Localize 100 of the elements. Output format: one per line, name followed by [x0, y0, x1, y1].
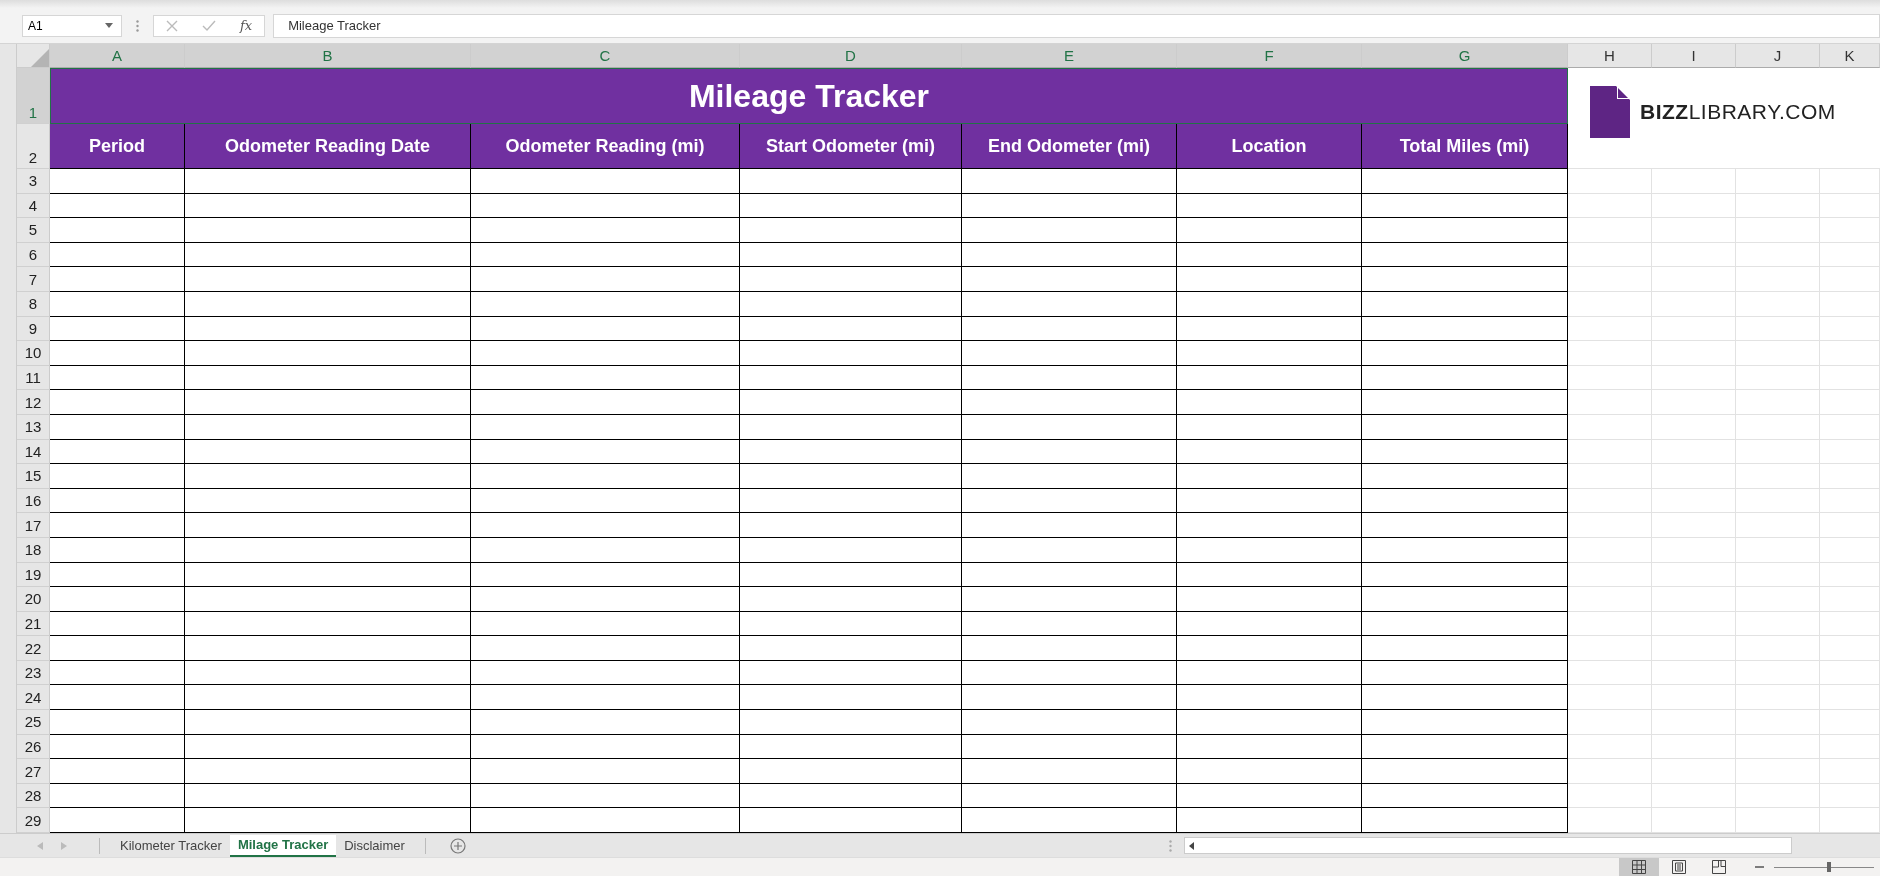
- table-cell[interactable]: [962, 291, 1177, 317]
- row-header[interactable]: 24: [17, 685, 50, 711]
- table-cell[interactable]: [50, 611, 185, 637]
- add-sheet-icon[interactable]: [449, 837, 466, 854]
- table-cell[interactable]: [185, 759, 471, 784]
- table-cell[interactable]: [1177, 193, 1362, 219]
- table-cell[interactable]: [740, 562, 962, 588]
- table-cell[interactable]: [1362, 439, 1568, 465]
- row-header[interactable]: 23: [17, 660, 50, 686]
- table-cell[interactable]: [740, 759, 962, 784]
- column-heading-cell[interactable]: Total Miles (mi): [1362, 124, 1568, 169]
- table-cell[interactable]: [471, 537, 740, 563]
- table-cell[interactable]: [50, 660, 185, 686]
- table-cell[interactable]: [1362, 267, 1568, 292]
- column-header[interactable]: H: [1568, 44, 1652, 68]
- table-cell[interactable]: [185, 488, 471, 514]
- table-cell[interactable]: [50, 218, 185, 243]
- column-header[interactable]: F: [1177, 44, 1362, 68]
- table-cell[interactable]: [740, 783, 962, 809]
- table-cell[interactable]: [1362, 660, 1568, 686]
- table-cell[interactable]: [185, 414, 471, 440]
- table-cell[interactable]: [185, 464, 471, 489]
- column-header[interactable]: K: [1820, 44, 1880, 68]
- table-cell[interactable]: [962, 193, 1177, 219]
- table-cell[interactable]: [1177, 439, 1362, 465]
- row-header[interactable]: 3: [17, 169, 50, 194]
- table-cell[interactable]: [50, 685, 185, 711]
- table-cell[interactable]: [962, 587, 1177, 612]
- table-cell[interactable]: [740, 242, 962, 268]
- table-cell[interactable]: [185, 218, 471, 243]
- table-cell[interactable]: [50, 488, 185, 514]
- table-cell[interactable]: [185, 365, 471, 391]
- table-cell[interactable]: [1177, 218, 1362, 243]
- table-cell[interactable]: [740, 710, 962, 735]
- table-cell[interactable]: [185, 316, 471, 342]
- row-header[interactable]: 15: [17, 464, 50, 489]
- row-header[interactable]: 16: [17, 488, 50, 514]
- row-header[interactable]: 13: [17, 414, 50, 440]
- row-header[interactable]: 27: [17, 759, 50, 784]
- table-cell[interactable]: [471, 218, 740, 243]
- table-cell[interactable]: [50, 390, 185, 415]
- table-cell[interactable]: [185, 660, 471, 686]
- table-cell[interactable]: [1177, 488, 1362, 514]
- table-cell[interactable]: [962, 365, 1177, 391]
- table-cell[interactable]: [740, 488, 962, 514]
- row-header[interactable]: 25: [17, 710, 50, 735]
- table-cell[interactable]: [740, 537, 962, 563]
- table-cell[interactable]: [962, 316, 1177, 342]
- table-cell[interactable]: [471, 587, 740, 612]
- table-cell[interactable]: [185, 611, 471, 637]
- formula-field[interactable]: Mileage Tracker: [273, 13, 1880, 38]
- table-cell[interactable]: [1177, 316, 1362, 342]
- table-cell[interactable]: [1177, 267, 1362, 292]
- table-cell[interactable]: [962, 513, 1177, 538]
- table-cell[interactable]: [740, 685, 962, 711]
- row-header[interactable]: 12: [17, 390, 50, 415]
- table-cell[interactable]: [962, 439, 1177, 465]
- row-header[interactable]: 22: [17, 636, 50, 661]
- row-header[interactable]: 20: [17, 587, 50, 612]
- table-cell[interactable]: [1362, 562, 1568, 588]
- table-cell[interactable]: [1177, 414, 1362, 440]
- table-cell[interactable]: [185, 513, 471, 538]
- table-cell[interactable]: [962, 562, 1177, 588]
- column-header[interactable]: E: [962, 44, 1177, 68]
- table-cell[interactable]: [740, 291, 962, 317]
- table-cell[interactable]: [185, 783, 471, 809]
- row-header[interactable]: 19: [17, 562, 50, 588]
- table-cell[interactable]: [185, 537, 471, 563]
- table-cell[interactable]: [185, 587, 471, 612]
- table-cell[interactable]: [962, 341, 1177, 366]
- table-cell[interactable]: [740, 734, 962, 760]
- table-cell[interactable]: [1362, 169, 1568, 194]
- column-heading-cell[interactable]: Location: [1177, 124, 1362, 169]
- table-cell[interactable]: [1362, 734, 1568, 760]
- table-cell[interactable]: [1177, 562, 1362, 588]
- table-cell[interactable]: [1177, 341, 1362, 366]
- name-box[interactable]: A1: [22, 14, 122, 37]
- table-cell[interactable]: [1177, 464, 1362, 489]
- table-cell[interactable]: [962, 660, 1177, 686]
- table-cell[interactable]: [50, 710, 185, 735]
- table-cell[interactable]: [1177, 636, 1362, 661]
- table-cell[interactable]: [740, 365, 962, 391]
- table-cell[interactable]: [471, 365, 740, 391]
- table-cell[interactable]: [50, 587, 185, 612]
- table-cell[interactable]: [50, 734, 185, 760]
- table-cell[interactable]: [1177, 685, 1362, 711]
- table-cell[interactable]: [1362, 611, 1568, 637]
- table-cell[interactable]: [962, 685, 1177, 711]
- table-cell[interactable]: [1177, 587, 1362, 612]
- table-cell[interactable]: [1177, 734, 1362, 760]
- row-header[interactable]: 28: [17, 783, 50, 809]
- table-cell[interactable]: [1362, 513, 1568, 538]
- sheet-tab[interactable]: Disclaimer: [336, 834, 413, 857]
- row-header[interactable]: 29: [17, 808, 50, 833]
- table-cell[interactable]: [50, 464, 185, 489]
- table-cell[interactable]: [740, 513, 962, 538]
- table-cell[interactable]: [962, 218, 1177, 243]
- table-cell[interactable]: [471, 267, 740, 292]
- sheet-tab[interactable]: Kilometer Tracker: [112, 834, 230, 857]
- row-header[interactable]: 17: [17, 513, 50, 538]
